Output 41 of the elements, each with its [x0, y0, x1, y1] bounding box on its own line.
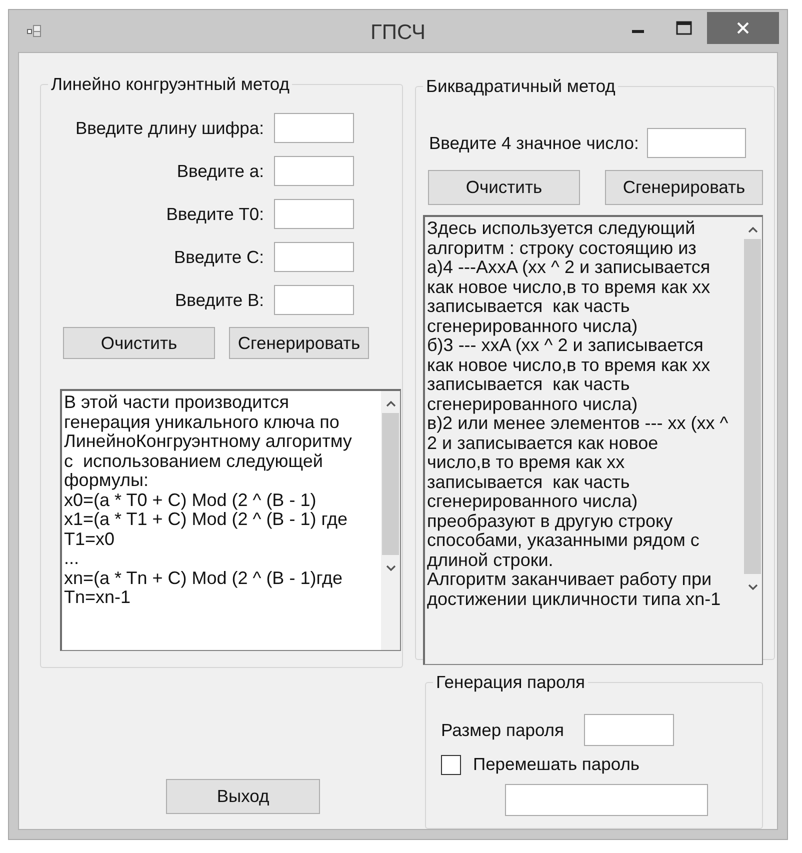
generate-button[interactable]: Сгенерировать: [229, 327, 369, 359]
input-field[interactable]: [274, 199, 354, 229]
scroll-up-icon[interactable]: [748, 227, 758, 233]
scrollbar[interactable]: [381, 391, 400, 650]
field-label: Введите а:: [176, 160, 264, 182]
field-label: Введите В:: [174, 290, 264, 310]
input-field[interactable]: [274, 113, 354, 143]
input-field[interactable]: [274, 285, 354, 315]
minimize-icon: [632, 30, 644, 32]
text-area[interactable]: [423, 215, 763, 665]
group-title: Линейно конгруэнтный метод: [48, 75, 292, 94]
app-icon: [27, 25, 41, 37]
exit-button[interactable]: Выход: [166, 779, 320, 814]
checkbox-label: Перемешать пароль: [473, 754, 640, 775]
input-field[interactable]: [274, 156, 354, 186]
group-title: Биквадратичный метод: [423, 77, 618, 96]
output-field[interactable]: [505, 784, 708, 816]
field-label: Введите 4 значное число:: [429, 132, 639, 154]
clear-button[interactable]: Очистить: [63, 327, 215, 359]
scroll-thumb[interactable]: [382, 413, 399, 555]
input-field[interactable]: [274, 242, 354, 272]
clear-button[interactable]: Очистить: [428, 170, 580, 205]
window-title: ГПСЧ: [370, 21, 426, 45]
scroll-thumb[interactable]: [744, 239, 761, 574]
input-field[interactable]: [646, 128, 746, 158]
close-icon: [736, 21, 750, 35]
group-title: Генерация пароля: [433, 673, 588, 692]
scroll-up-icon[interactable]: [386, 401, 396, 407]
field-label: Введите Т0:: [165, 204, 264, 224]
field-label: Размер пароля: [441, 720, 564, 740]
maximize-icon: [676, 21, 692, 35]
field-label: Введите С:: [172, 246, 264, 268]
scroll-down-icon[interactable]: [386, 565, 396, 571]
checkbox[interactable]: [441, 754, 461, 774]
generate-button[interactable]: Сгенерировать: [605, 170, 763, 205]
field-label: Введите длину шифра:: [74, 118, 264, 138]
text-area[interactable]: [60, 389, 401, 651]
scroll-down-icon[interactable]: [748, 584, 758, 590]
input-field[interactable]: [584, 714, 674, 746]
memo-text: Здесь используется следующий алгоритм : строку состоящию из а)4 ---AxxA (xx ^ 2 и записывается как новое число,в то время как xx записывается как часть сгенерированного числа) б)3 --- xxA (xx ^ 2 и записывается как новое число,в то время как xx записывается как часть сгенерированного числа) в)2 или менее элементов --- xx (xx ^ 2 и записывается как новое число,в то время как xx записывается как часть сгенерированного числа) преобразуют в другую строку способами, указанными рядом с длиной строки. Алгоритм заканчивает работу при достижении цикличности типа xn-1: [426, 217, 730, 611]
memo-text: В этой части производится генерация уникального ключа по ЛинейноКонгруэнтному алгоритму с использованием следующей формулы: x0=(a * T0 + C) Mod (2 ^ (B - 1) x1=(a * T1 + C) Mod (2 ^ (B - 1) где T1=x0 ... xn=(a * Tn + C) Mod (2 ^ (B - 1)где Tn=xn-1: [63, 391, 353, 609]
